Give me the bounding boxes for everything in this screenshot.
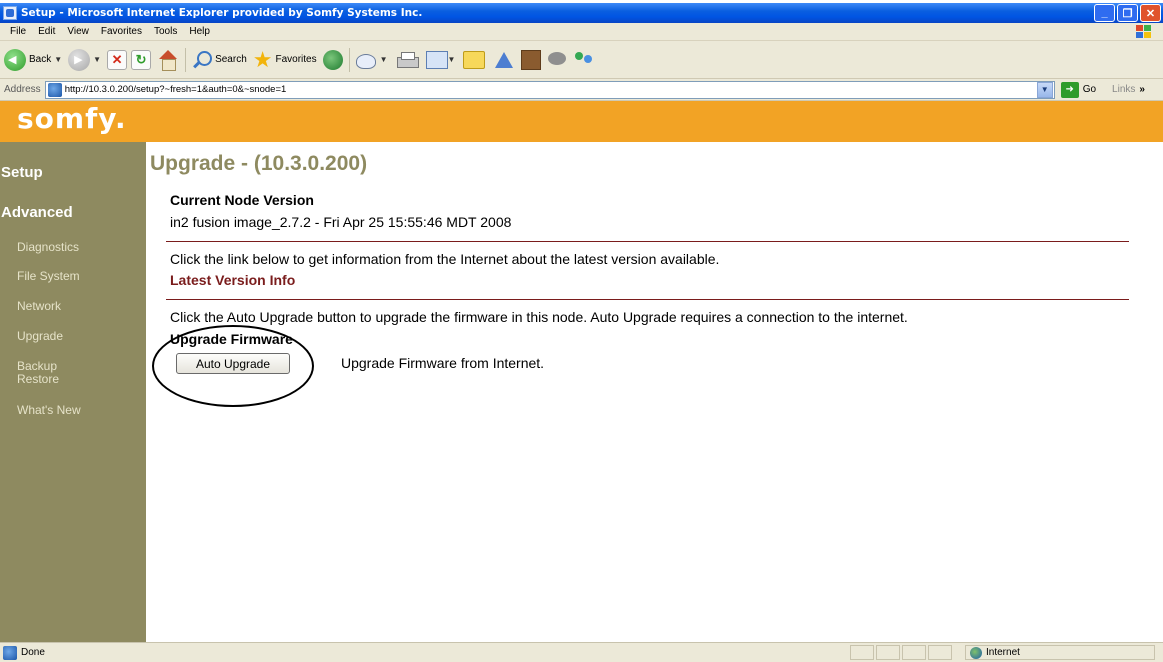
search-button[interactable]: Search (192, 50, 247, 70)
maximize-button[interactable]: ❐ (1117, 4, 1138, 22)
security-zone[interactable]: Internet (965, 645, 1155, 660)
back-button[interactable]: Back ▼ (4, 48, 62, 71)
go-label: Go (1082, 84, 1097, 95)
sidebar-item-upgrade[interactable]: Upgrade (17, 330, 63, 343)
sidebar-item-diagnostics[interactable]: Diagnostics (17, 241, 79, 254)
menu-edit[interactable]: Edit (32, 26, 61, 37)
refresh-icon[interactable]: ↻ (131, 49, 152, 70)
folder-icon[interactable] (463, 50, 486, 69)
status-panel (928, 645, 952, 660)
book-icon[interactable] (521, 49, 542, 70)
back-label: Back (29, 54, 52, 65)
status-bar: Done Internet (0, 642, 1163, 662)
address-input[interactable]: http://10.3.0.200/setup?~fresh=1&auth=0&… (44, 80, 1055, 99)
sidebar-item-setup[interactable]: Setup (0, 164, 43, 181)
messenger-icon[interactable] (547, 50, 569, 70)
status-panel (902, 645, 926, 660)
windows-flag-icon (1136, 25, 1151, 38)
menu-view[interactable]: View (61, 26, 95, 37)
status-panel (850, 645, 874, 660)
page-title: Upgrade - (10.3.0.200) (150, 152, 368, 175)
globe-icon (970, 646, 982, 659)
mail-icon[interactable] (355, 51, 380, 69)
minimize-button[interactable]: _ (1094, 4, 1115, 22)
page-icon (47, 82, 62, 97)
menu-bar: File Edit View Favorites Tools Help (0, 23, 1163, 41)
toolbar-separator (185, 47, 187, 72)
zone-label: Internet (986, 647, 1020, 658)
home-icon[interactable] (157, 49, 179, 71)
chevron-down-icon[interactable]: ▼ (448, 55, 456, 64)
close-button[interactable]: ✕ (1140, 4, 1161, 22)
chevron-down-icon[interactable]: ▼ (54, 55, 62, 64)
print-icon[interactable] (396, 50, 419, 70)
divider (166, 299, 1129, 300)
address-label: Address (4, 84, 41, 95)
forward-arrow-icon (68, 48, 91, 71)
chevron-down-icon[interactable]: ▼ (380, 55, 388, 64)
address-url: http://10.3.0.200/setup?~fresh=1&auth=0&… (64, 84, 287, 95)
research-icon[interactable] (493, 50, 515, 70)
menu-tools[interactable]: Tools (148, 26, 183, 37)
standard-toolbar: Back ▼ ▼ ✕ ↻ Search ★ Favorites ▼ ▼ (0, 41, 1163, 79)
current-node-heading: Current Node Version (170, 192, 314, 208)
search-label: Search (215, 54, 247, 65)
go-button[interactable]: ➜ Go (1060, 81, 1097, 98)
menu-favorites[interactable]: Favorites (95, 26, 148, 37)
go-arrow-icon: ➜ (1060, 81, 1079, 98)
menu-help[interactable]: Help (183, 26, 216, 37)
page-icon (3, 645, 17, 660)
auto-upgrade-description: Upgrade Firmware from Internet. (341, 355, 545, 371)
favorites-button[interactable]: ★ Favorites (252, 46, 317, 72)
window-titlebar[interactable]: Setup - Microsoft Internet Explorer prov… (0, 3, 1163, 23)
sidebar: Setup Advanced Diagnostics File System N… (0, 142, 146, 642)
search-icon (192, 50, 213, 70)
menu-file[interactable]: File (4, 26, 32, 37)
ie-icon (3, 6, 17, 20)
status-panels (850, 645, 952, 660)
auto-upgrade-text: Click the Auto Upgrade button to upgrade… (170, 309, 908, 325)
stop-icon[interactable]: ✕ (107, 49, 128, 70)
chevron-down-icon[interactable]: ▼ (93, 55, 101, 64)
site-banner: somfy. (0, 101, 1163, 142)
star-icon: ★ (252, 46, 273, 72)
people-icon[interactable] (573, 50, 595, 70)
window-controls: _ ❐ ✕ (1094, 4, 1161, 22)
current-node-value: in2 fusion image_2.7.2 - Fri Apr 25 15:5… (170, 214, 512, 230)
toolbar-separator (348, 47, 350, 72)
sidebar-item-restore-label: Restore (17, 372, 60, 386)
sidebar-item-whats-new[interactable]: What's New (17, 404, 81, 417)
main-content: Upgrade - (10.3.0.200) Current Node Vers… (146, 142, 1163, 642)
sidebar-item-advanced[interactable]: Advanced (0, 204, 73, 221)
forward-button[interactable]: ▼ (68, 48, 101, 71)
status-panel (876, 645, 900, 660)
divider (166, 241, 1129, 242)
sidebar-item-network[interactable]: Network (17, 300, 61, 313)
window-title: Setup - Microsoft Internet Explorer prov… (21, 7, 423, 19)
somfy-logo[interactable]: somfy. (17, 102, 127, 135)
back-arrow-icon (4, 48, 26, 71)
latest-info-text: Click the link below to get information … (170, 251, 720, 267)
links-button[interactable]: Links (1112, 84, 1135, 95)
favorites-label: Favorites (275, 54, 317, 65)
latest-version-link[interactable]: Latest Version Info (170, 272, 295, 288)
sidebar-item-file-system[interactable]: File System (17, 270, 80, 283)
annotation-circle (152, 325, 314, 407)
chevron-down-icon[interactable]: ▼ (1036, 81, 1053, 98)
edit-icon[interactable] (425, 50, 448, 69)
status-text: Done (21, 647, 45, 658)
double-chevron-icon[interactable]: » (1139, 84, 1145, 95)
address-bar: Address http://10.3.0.200/setup?~fresh=1… (0, 79, 1163, 101)
media-icon[interactable] (322, 49, 343, 70)
sidebar-item-backup-restore[interactable]: Backup Restore (17, 360, 59, 386)
